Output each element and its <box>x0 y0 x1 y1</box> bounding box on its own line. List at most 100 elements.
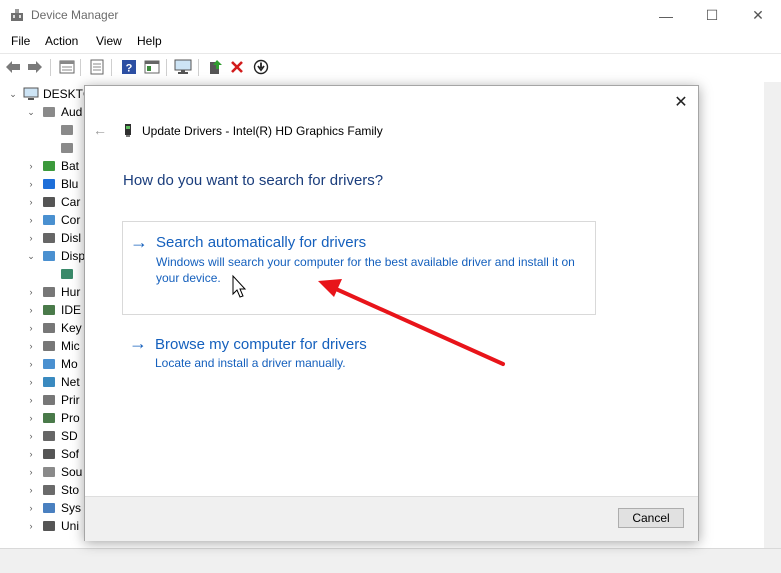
tree-root[interactable]: ⌄ DESKTC <box>8 85 91 103</box>
dialog-header: Update Drivers - Intel(R) HD Graphics Fa… <box>142 124 383 138</box>
chevron-right-icon[interactable]: › <box>26 467 36 477</box>
chevron-right-icon[interactable]: › <box>26 197 36 207</box>
menu-help[interactable]: Help <box>137 34 162 48</box>
chevron-right-icon[interactable]: › <box>26 431 36 441</box>
tree-item[interactable]: › Cor <box>26 211 81 229</box>
title-bar: Device Manager — ☐ ✕ <box>0 0 781 31</box>
tree-item[interactable]: › Uni <box>26 517 80 535</box>
toolbar-separator <box>80 59 81 76</box>
bluetooth-icon <box>43 179 55 189</box>
tree-item[interactable]: › Key <box>26 319 82 337</box>
tree-item[interactable]: › Sto <box>26 481 80 499</box>
printer-icon <box>43 395 55 405</box>
tree-item[interactable]: › Net <box>26 373 80 391</box>
chevron-right-icon[interactable]: › <box>26 179 36 189</box>
computer-icon <box>43 215 55 225</box>
chevron-right-icon[interactable]: › <box>26 377 36 387</box>
help-icon[interactable]: ? <box>120 58 138 76</box>
device-manager-icon <box>11 9 23 21</box>
tree-item-label: Blu <box>61 177 79 191</box>
audio-icon <box>43 107 55 117</box>
chevron-right-icon[interactable]: › <box>26 485 36 495</box>
uninstall-icon[interactable] <box>228 58 246 76</box>
mic-icon <box>61 125 73 135</box>
view-icon[interactable] <box>143 58 161 76</box>
dialog-footer: Cancel <box>85 496 698 541</box>
keyboard-icon <box>43 323 55 333</box>
search-automatically-option[interactable]: → Search automatically for drivers Windo… <box>122 221 596 315</box>
option-title[interactable]: Search automatically for drivers <box>156 234 366 251</box>
tree-item[interactable]: › Mo <box>26 355 78 373</box>
tree-item[interactable]: › IDE <box>26 301 82 319</box>
tree-item[interactable]: › SD <box>26 427 78 445</box>
menu-action[interactable]: Action <box>45 34 78 48</box>
chevron-down-icon[interactable]: ⌄ <box>26 251 36 262</box>
tree-item-label: Disl <box>61 231 81 245</box>
tree-item-label: Car <box>61 195 81 209</box>
battery-icon <box>43 161 55 171</box>
show-hidden-icon[interactable] <box>88 58 106 76</box>
chevron-right-icon[interactable]: › <box>26 449 36 459</box>
back-icon[interactable] <box>4 58 22 76</box>
chevron-right-icon[interactable]: › <box>26 215 36 225</box>
tree-item-label: Disp <box>61 249 86 263</box>
camera-icon <box>43 197 55 207</box>
chevron-right-icon[interactable]: › <box>26 521 36 531</box>
tree-item[interactable]: › Blu <box>26 175 79 193</box>
tree-item[interactable]: › Car <box>26 193 81 211</box>
tree-item[interactable]: › Bat <box>26 157 80 175</box>
browse-computer-option[interactable]: → Browse my computer for drivers Locate … <box>122 333 594 373</box>
chevron-right-icon[interactable]: › <box>26 395 36 405</box>
menu-view[interactable]: View <box>96 34 122 48</box>
disk-icon <box>43 233 55 243</box>
scan-icon[interactable] <box>252 58 270 76</box>
tree-item[interactable] <box>44 121 79 139</box>
cancel-button[interactable]: Cancel <box>618 508 684 528</box>
chevron-right-icon[interactable]: › <box>26 323 36 333</box>
tree-item-label: SD <box>61 429 78 443</box>
chevron-right-icon[interactable]: › <box>26 503 36 513</box>
chevron-right-icon[interactable]: › <box>26 359 36 369</box>
maximize-button[interactable]: ☐ <box>689 0 735 31</box>
chevron-right-icon[interactable]: › <box>26 287 36 297</box>
tree-item[interactable]: › Sof <box>26 445 80 463</box>
option-title[interactable]: Browse my computer for drivers <box>155 336 367 353</box>
menu-bar: File Action View Help <box>0 31 781 53</box>
chevron-down-icon[interactable]: ⌄ <box>8 89 18 100</box>
processor-icon <box>43 413 55 423</box>
monitor-icon[interactable] <box>174 58 192 76</box>
chevron-right-icon[interactable]: › <box>26 341 36 351</box>
vertical-scrollbar[interactable] <box>764 82 781 548</box>
system-icon <box>43 503 55 513</box>
tree-item[interactable]: › Disl <box>26 229 82 247</box>
tree-item-label: Cor <box>61 213 81 227</box>
tree-item[interactable]: › Mic <box>26 337 80 355</box>
tree-item[interactable]: › Prir <box>26 391 80 409</box>
tree-item[interactable]: › Sys <box>26 499 82 517</box>
chevron-right-icon[interactable]: › <box>26 413 36 423</box>
close-button[interactable]: ✕ <box>735 0 781 31</box>
chevron-right-icon[interactable]: › <box>26 161 36 171</box>
minimize-button[interactable]: — <box>643 0 689 31</box>
update-driver-icon[interactable] <box>206 58 224 76</box>
menu-file[interactable]: File <box>11 34 30 48</box>
tree-item[interactable] <box>44 139 79 157</box>
tree-item-label: Pro <box>61 411 80 425</box>
tree-item[interactable]: ⌄ Disp <box>26 247 85 265</box>
chevron-right-icon[interactable]: › <box>26 233 36 243</box>
back-arrow-icon[interactable]: ← <box>93 122 107 138</box>
forward-icon[interactable] <box>26 58 44 76</box>
device-manager-window: Device Manager — ☐ ✕ File Action View He… <box>0 0 781 573</box>
properties-icon[interactable] <box>58 58 76 76</box>
chevron-down-icon[interactable]: ⌄ <box>26 107 36 118</box>
tree-item[interactable]: › Hur <box>26 283 81 301</box>
tree-item-label: IDE <box>61 303 82 317</box>
chevron-right-icon[interactable]: › <box>26 305 36 315</box>
tree-item[interactable] <box>44 265 79 283</box>
speaker-icon <box>61 143 73 153</box>
tree-item[interactable]: › Pro <box>26 409 80 427</box>
tree-item[interactable]: › Sou <box>26 463 83 481</box>
tree-item[interactable]: ⌄ Aud <box>26 103 82 121</box>
toolbar-separator <box>166 59 167 76</box>
dialog-close-button[interactable]: ✕ <box>669 92 693 112</box>
